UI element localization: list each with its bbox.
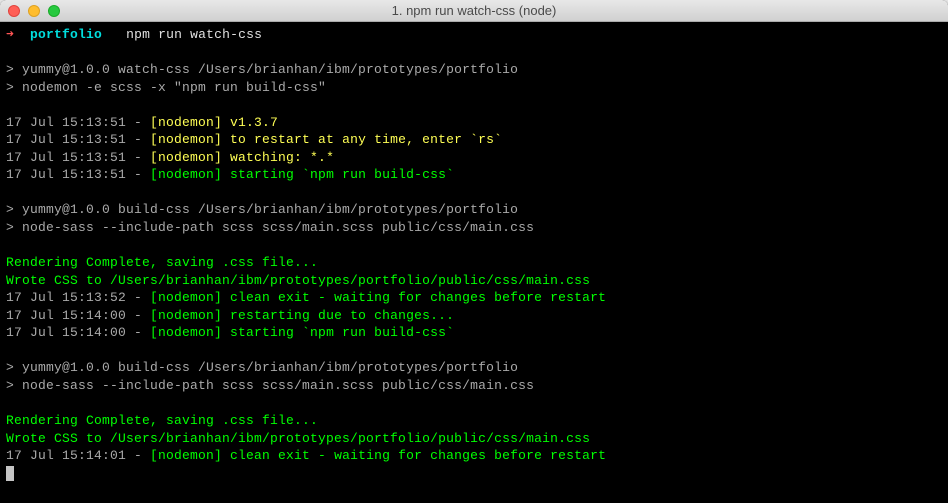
timestamp: 17 Jul 15:13:52 - xyxy=(6,290,150,305)
output-line: > yummy@1.0.0 build-css /Users/brianhan/… xyxy=(6,201,942,219)
nodemon-tag: [nodemon] xyxy=(150,308,222,323)
output-line: 17 Jul 15:13:52 - [nodemon] clean exit -… xyxy=(6,289,942,307)
nodemon-tag: [nodemon] xyxy=(150,167,222,182)
output-line: 17 Jul 15:14:01 - [nodemon] clean exit -… xyxy=(6,447,942,465)
nodemon-msg: clean exit - waiting for changes before … xyxy=(222,290,606,305)
blank-line xyxy=(6,44,942,62)
output-line: Rendering Complete, saving .css file... xyxy=(6,254,942,272)
output-line: 17 Jul 15:13:51 - [nodemon] starting `np… xyxy=(6,166,942,184)
blank-line xyxy=(6,96,942,114)
nodemon-tag: [nodemon] xyxy=(150,290,222,305)
prompt-command: npm run watch-css xyxy=(126,27,262,42)
maximize-icon[interactable] xyxy=(48,5,60,17)
close-icon[interactable] xyxy=(8,5,20,17)
output-line: 17 Jul 15:14:00 - [nodemon] starting `np… xyxy=(6,324,942,342)
nodemon-msg: starting `npm run build-css` xyxy=(222,325,454,340)
nodemon-tag: [nodemon] xyxy=(150,132,222,147)
nodemon-tag: [nodemon] xyxy=(150,448,222,463)
timestamp: 17 Jul 15:14:00 - xyxy=(6,325,150,340)
nodemon-tag: [nodemon] xyxy=(150,115,222,130)
blank-line xyxy=(6,184,942,202)
output-line: > node-sass --include-path scss scss/mai… xyxy=(6,219,942,237)
blank-line xyxy=(6,394,942,412)
output-line: 17 Jul 15:13:51 - [nodemon] to restart a… xyxy=(6,131,942,149)
terminal-window: 1. npm run watch-css (node) ➜ portfolio … xyxy=(0,0,948,503)
nodemon-tag: [nodemon] xyxy=(150,325,222,340)
minimize-icon[interactable] xyxy=(28,5,40,17)
traffic-lights xyxy=(8,5,60,17)
timestamp: 17 Jul 15:13:51 - xyxy=(6,115,150,130)
nodemon-msg: to restart at any time, enter `rs` xyxy=(222,132,502,147)
output-line: > yummy@1.0.0 build-css /Users/brianhan/… xyxy=(6,359,942,377)
output-line: > node-sass --include-path scss scss/mai… xyxy=(6,377,942,395)
prompt-arrow: ➜ xyxy=(6,27,14,42)
output-line: Rendering Complete, saving .css file... xyxy=(6,412,942,430)
output-line: 17 Jul 15:13:51 - [nodemon] watching: *.… xyxy=(6,149,942,167)
prompt-dir: portfolio xyxy=(30,27,102,42)
titlebar[interactable]: 1. npm run watch-css (node) xyxy=(0,0,948,22)
window-title: 1. npm run watch-css (node) xyxy=(0,3,948,18)
nodemon-msg: watching: *.* xyxy=(222,150,334,165)
blank-line xyxy=(6,237,942,255)
terminal-body[interactable]: ➜ portfolio npm run watch-css > yummy@1.… xyxy=(0,22,948,503)
nodemon-tag: [nodemon] xyxy=(150,150,222,165)
nodemon-msg: clean exit - waiting for changes before … xyxy=(222,448,606,463)
output-line: > yummy@1.0.0 watch-css /Users/brianhan/… xyxy=(6,61,942,79)
cursor-line xyxy=(6,465,942,483)
output-line: Wrote CSS to /Users/brianhan/ibm/prototy… xyxy=(6,430,942,448)
timestamp: 17 Jul 15:13:51 - xyxy=(6,167,150,182)
timestamp: 17 Jul 15:13:51 - xyxy=(6,132,150,147)
cursor-icon xyxy=(6,466,14,481)
timestamp: 17 Jul 15:14:01 - xyxy=(6,448,150,463)
output-line: > nodemon -e scss -x "npm run build-css" xyxy=(6,79,942,97)
nodemon-msg: v1.3.7 xyxy=(222,115,278,130)
output-line: Wrote CSS to /Users/brianhan/ibm/prototy… xyxy=(6,272,942,290)
nodemon-msg: restarting due to changes... xyxy=(222,308,454,323)
timestamp: 17 Jul 15:13:51 - xyxy=(6,150,150,165)
timestamp: 17 Jul 15:14:00 - xyxy=(6,308,150,323)
output-line: 17 Jul 15:14:00 - [nodemon] restarting d… xyxy=(6,307,942,325)
nodemon-msg: starting `npm run build-css` xyxy=(222,167,454,182)
output-line: 17 Jul 15:13:51 - [nodemon] v1.3.7 xyxy=(6,114,942,132)
prompt-line: ➜ portfolio npm run watch-css xyxy=(6,26,942,44)
blank-line xyxy=(6,342,942,360)
